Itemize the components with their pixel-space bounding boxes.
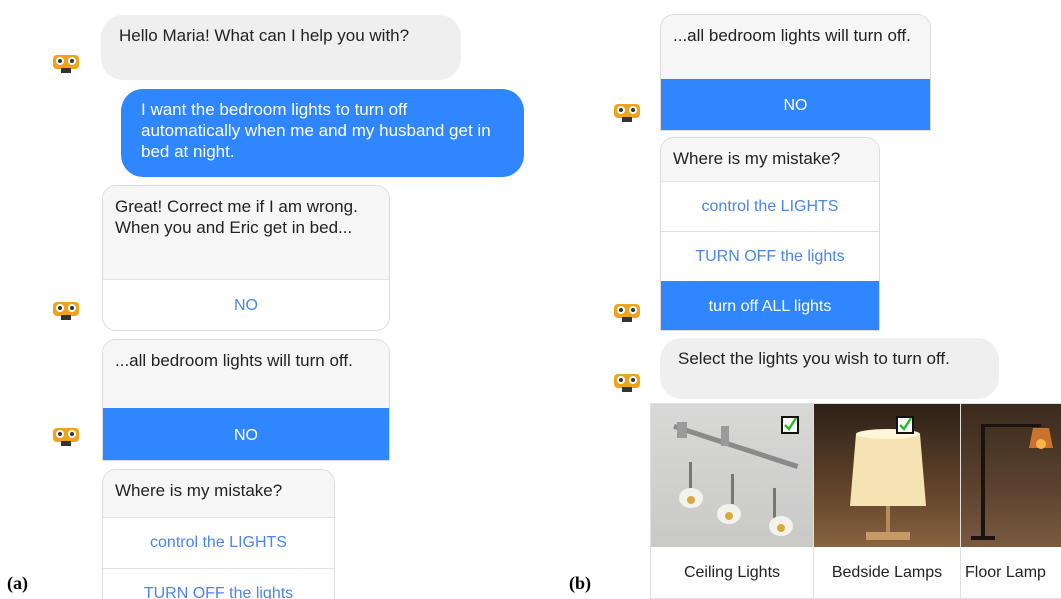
bot-avatar-icon bbox=[613, 301, 641, 323]
option-control-lights[interactable]: control the LIGHTS bbox=[103, 517, 334, 568]
option-turn-off-lights[interactable]: TURN OFF the lights bbox=[103, 568, 334, 599]
bot-avatar-icon bbox=[52, 299, 80, 321]
user-message-bubble: I want the bedroom lights to turn off au… bbox=[121, 89, 524, 177]
product-name: Ceiling Lights bbox=[683, 564, 781, 581]
product-card-bedside-lamps[interactable]: Bedside Lamps bbox=[813, 403, 961, 599]
bot-avatar-icon bbox=[613, 371, 641, 393]
confirm-card: Great! Correct me if I am wrong. When yo… bbox=[102, 185, 390, 331]
confirm-no-button[interactable]: NO bbox=[103, 279, 389, 330]
action-card-text: ...all bedroom lights will turn off. bbox=[661, 15, 930, 79]
panel-b-label: (b) bbox=[569, 573, 591, 593]
bedside-lamp-image bbox=[814, 404, 960, 547]
bot-greeting-bubble: Hello Maria! What can I help you with? bbox=[101, 15, 461, 80]
select-lights-bubble: Select the lights you wish to turn off. bbox=[660, 338, 999, 399]
product-card-floor-lamp[interactable]: Floor Lamp bbox=[960, 403, 1061, 599]
checkbox-checked-icon[interactable] bbox=[781, 416, 799, 434]
action-card: ...all bedroom lights will turn off. NO bbox=[102, 339, 390, 461]
action-card-text: ...all bedroom lights will turn off. bbox=[103, 340, 389, 408]
action-card: ...all bedroom lights will turn off. NO bbox=[660, 14, 931, 131]
panel-b: ...all bedroom lights will turn off. NO … bbox=[540, 0, 1061, 599]
user-message-text: I want the bedroom lights to turn off au… bbox=[141, 100, 491, 161]
option-turn-off-all-lights[interactable]: turn off ALL lights bbox=[661, 281, 879, 330]
floor-lamp-image bbox=[961, 404, 1061, 547]
bot-greeting-text: Hello Maria! What can I help you with? bbox=[119, 26, 410, 45]
checkbox-checked-icon[interactable] bbox=[896, 416, 914, 434]
mistake-card: Where is my mistake? control the LIGHTS … bbox=[102, 469, 335, 599]
product-card-ceiling-lights[interactable]: Ceiling Lights bbox=[650, 403, 814, 599]
select-lights-text: Select the lights you wish to turn off. bbox=[678, 349, 950, 368]
bot-avatar-icon bbox=[52, 52, 80, 74]
bot-avatar-icon bbox=[52, 425, 80, 447]
product-name: Floor Lamp bbox=[965, 564, 1046, 581]
mistake-card: Where is my mistake? control the LIGHTS … bbox=[660, 137, 880, 331]
confirm-card-text: Great! Correct me if I am wrong. When yo… bbox=[103, 186, 389, 279]
mistake-card-text: Where is my mistake? bbox=[661, 138, 879, 181]
action-no-button[interactable]: NO bbox=[103, 408, 389, 460]
bot-avatar-icon bbox=[613, 101, 641, 123]
panel-a: Hello Maria! What can I help you with? I… bbox=[0, 0, 540, 599]
panel-a-label: (a) bbox=[7, 573, 28, 593]
option-turn-off-lights[interactable]: TURN OFF the lights bbox=[661, 231, 879, 281]
option-control-lights[interactable]: control the LIGHTS bbox=[661, 181, 879, 231]
action-no-button[interactable]: NO bbox=[661, 79, 930, 130]
mistake-card-text: Where is my mistake? bbox=[103, 470, 334, 517]
product-name: Bedside Lamps bbox=[831, 564, 943, 581]
